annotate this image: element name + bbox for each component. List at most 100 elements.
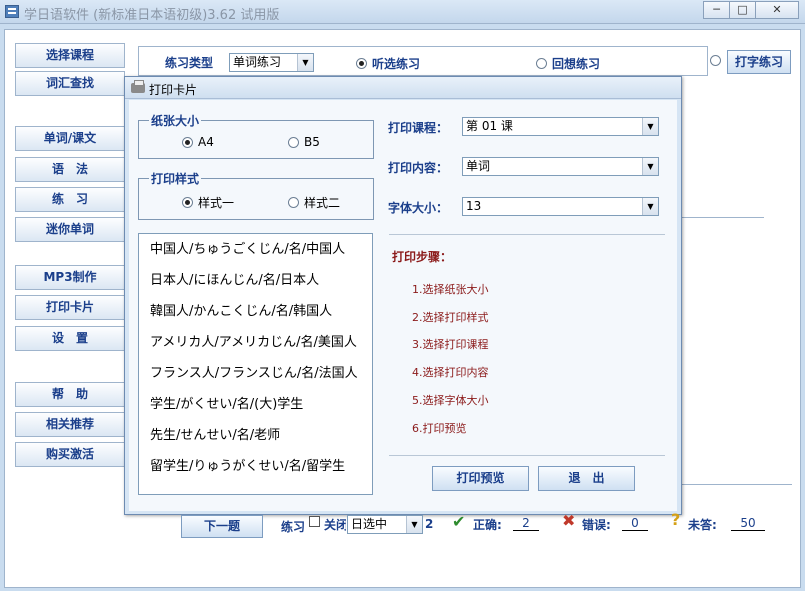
print-style-legend: 打印样式 xyxy=(151,172,200,186)
practice-type-bar xyxy=(138,46,708,76)
sidebar-item-settings[interactable]: 设 置 xyxy=(15,326,125,351)
sidebar-item-words-text[interactable]: 单词/课文 xyxy=(15,126,125,151)
divider xyxy=(682,484,792,485)
sidebar-item-mp3[interactable]: MP3制作 xyxy=(15,265,125,290)
dialog-title: 打印卡片 xyxy=(149,83,198,97)
radio-recall[interactable]: 回想练习 xyxy=(536,55,600,72)
unanswered-value: 50 xyxy=(731,516,765,531)
step-item: 1.选择纸张大小 xyxy=(412,283,489,296)
sidebar-item-practice[interactable]: 练 习 xyxy=(15,187,125,212)
step-item: 6.打印预览 xyxy=(412,422,467,435)
dialog-title-bar: 打印卡片 xyxy=(125,77,681,99)
list-item: 韓国人/かんこくじん/名/韩国人 xyxy=(150,304,333,319)
practice-label: 练习 xyxy=(281,520,306,534)
title-bar: 学日语软件 (新标准日本语初级)3.62 试用版 ─ □ ✕ xyxy=(0,0,805,24)
radio-off-icon xyxy=(536,58,547,69)
sidebar-item-related[interactable]: 相关推荐 xyxy=(15,412,125,437)
dialog-body: 纸张大小 A4 B5 打印样式 样式一 样式二 中国人/ちゅうごくじん/名/中国… xyxy=(129,100,677,511)
cross-icon: ✖ xyxy=(562,511,576,530)
radio-on-icon xyxy=(182,197,193,208)
radio-a4[interactable]: A4 xyxy=(182,135,214,149)
maximize-button[interactable]: □ xyxy=(729,1,756,19)
radio-b5[interactable]: B5 xyxy=(288,135,320,149)
steps-title: 打印步骤： xyxy=(392,250,453,264)
paper-size-legend: 纸张大小 xyxy=(151,114,200,128)
list-item: フランス人/フランスじん/名/法国人 xyxy=(150,366,358,381)
radio-style-1[interactable]: 样式一 xyxy=(182,194,234,211)
sidebar-item-vocab-search[interactable]: 词汇查找 xyxy=(15,71,125,96)
sidebar-item-purchase[interactable]: 购买激活 xyxy=(15,442,125,467)
check-icon: ✔ xyxy=(452,512,466,531)
print-card-dialog: 打印卡片 纸张大小 A4 B5 打印样式 样式一 样式二 中国人/ちゅうごくじん… xyxy=(124,76,682,515)
course-select[interactable]: 第 01 课 ▼ xyxy=(462,117,659,136)
printer-icon xyxy=(131,80,145,93)
radio-style-2-label: 样式二 xyxy=(304,196,341,210)
list-item: 日本人/にほんじん/名/日本人 xyxy=(150,273,320,288)
practice-type-select[interactable]: 单词练习 ▼ xyxy=(229,53,314,72)
list-item: 中国人/ちゅうごくじん/名/中国人 xyxy=(150,242,346,257)
divider xyxy=(682,217,764,218)
radio-a4-label: A4 xyxy=(198,135,214,149)
card-preview-list[interactable]: 中国人/ちゅうごくじん/名/中国人 日本人/にほんじん/名/日本人 韓国人/かん… xyxy=(138,233,373,495)
selection-mode-select[interactable]: 日选中 ▼ xyxy=(347,515,423,534)
practice-type-label: 练习类型 xyxy=(165,56,214,70)
list-item: アメリカ人/アメリカじん/名/美国人 xyxy=(150,335,357,350)
course-label: 打印课程： xyxy=(388,121,449,135)
radio-style-1-label: 样式一 xyxy=(198,196,235,210)
step-item: 4.选择打印内容 xyxy=(412,366,489,379)
radio-off-icon xyxy=(710,55,721,66)
list-item: 先生/せんせい/名/老师 xyxy=(150,428,281,443)
radio-listen-label: 听选练习 xyxy=(372,57,421,71)
next-question-button[interactable]: 下一题 xyxy=(181,515,263,538)
sidebar-item-select-course[interactable]: 选择课程 xyxy=(15,43,125,68)
radio-style-2[interactable]: 样式二 xyxy=(288,194,340,211)
list-item: 留学生/りゅうがくせい/名/留学生 xyxy=(150,459,346,474)
radio-listen[interactable]: 听选练习 xyxy=(356,55,420,72)
fontsize-value: 13 xyxy=(466,199,482,213)
practice-type-value: 单词练习 xyxy=(233,55,282,69)
chevron-down-icon: ▼ xyxy=(642,118,658,135)
selection-mode-value: 日选中 xyxy=(351,517,388,531)
close-button[interactable]: ✕ xyxy=(755,1,799,19)
close-checkbox-label: 关闭 xyxy=(324,518,346,532)
radio-recall-label: 回想练习 xyxy=(552,57,601,71)
content-label: 打印内容： xyxy=(388,161,449,175)
window-title: 学日语软件 (新标准日本语初级)3.62 试用版 xyxy=(24,8,280,23)
chevron-down-icon: ▼ xyxy=(406,516,422,533)
typing-practice-button[interactable]: 打字练习 xyxy=(727,50,791,74)
count-value: 2 xyxy=(425,517,434,531)
content-select[interactable]: 单词 ▼ xyxy=(462,157,659,176)
wrong-label: 错误: xyxy=(582,518,611,532)
close-checkbox[interactable] xyxy=(309,516,320,527)
list-item: 学生/がくせい/名/(大)学生 xyxy=(150,397,304,412)
correct-label: 正确: xyxy=(473,518,502,532)
sidebar-item-print-card[interactable]: 打印卡片 xyxy=(15,295,125,320)
course-value: 第 01 课 xyxy=(466,119,513,133)
app-icon xyxy=(5,5,19,18)
wrong-value: 0 xyxy=(622,516,648,531)
exit-button[interactable]: 退 出 xyxy=(538,466,635,491)
radio-on-icon xyxy=(182,136,193,148)
paper-size-group: 纸张大小 xyxy=(138,112,374,159)
chevron-down-icon: ▼ xyxy=(642,198,658,215)
fontsize-select[interactable]: 13 ▼ xyxy=(462,197,659,216)
content-value: 单词 xyxy=(466,159,491,173)
chevron-down-icon: ▼ xyxy=(642,158,658,175)
minimize-button[interactable]: ─ xyxy=(703,1,730,19)
radio-off-icon xyxy=(288,197,299,208)
divider xyxy=(389,455,665,456)
unanswered-label: 未答: xyxy=(688,518,717,532)
radio-on-icon xyxy=(356,58,367,69)
chevron-down-icon: ▼ xyxy=(297,54,313,71)
sidebar-item-mini-words[interactable]: 迷你单词 xyxy=(15,217,125,242)
sidebar-item-grammar[interactable]: 语 法 xyxy=(15,157,125,182)
radio-off-icon xyxy=(288,136,299,148)
step-item: 5.选择字体大小 xyxy=(412,394,489,407)
radio-b5-label: B5 xyxy=(304,135,320,149)
step-item: 3.选择打印课程 xyxy=(412,338,489,351)
radio-typing[interactable] xyxy=(710,55,721,66)
correct-value: 2 xyxy=(513,516,539,531)
sidebar-item-help[interactable]: 帮 助 xyxy=(15,382,125,407)
fontsize-label: 字体大小： xyxy=(388,201,449,215)
print-preview-button[interactable]: 打印预览 xyxy=(432,466,529,491)
